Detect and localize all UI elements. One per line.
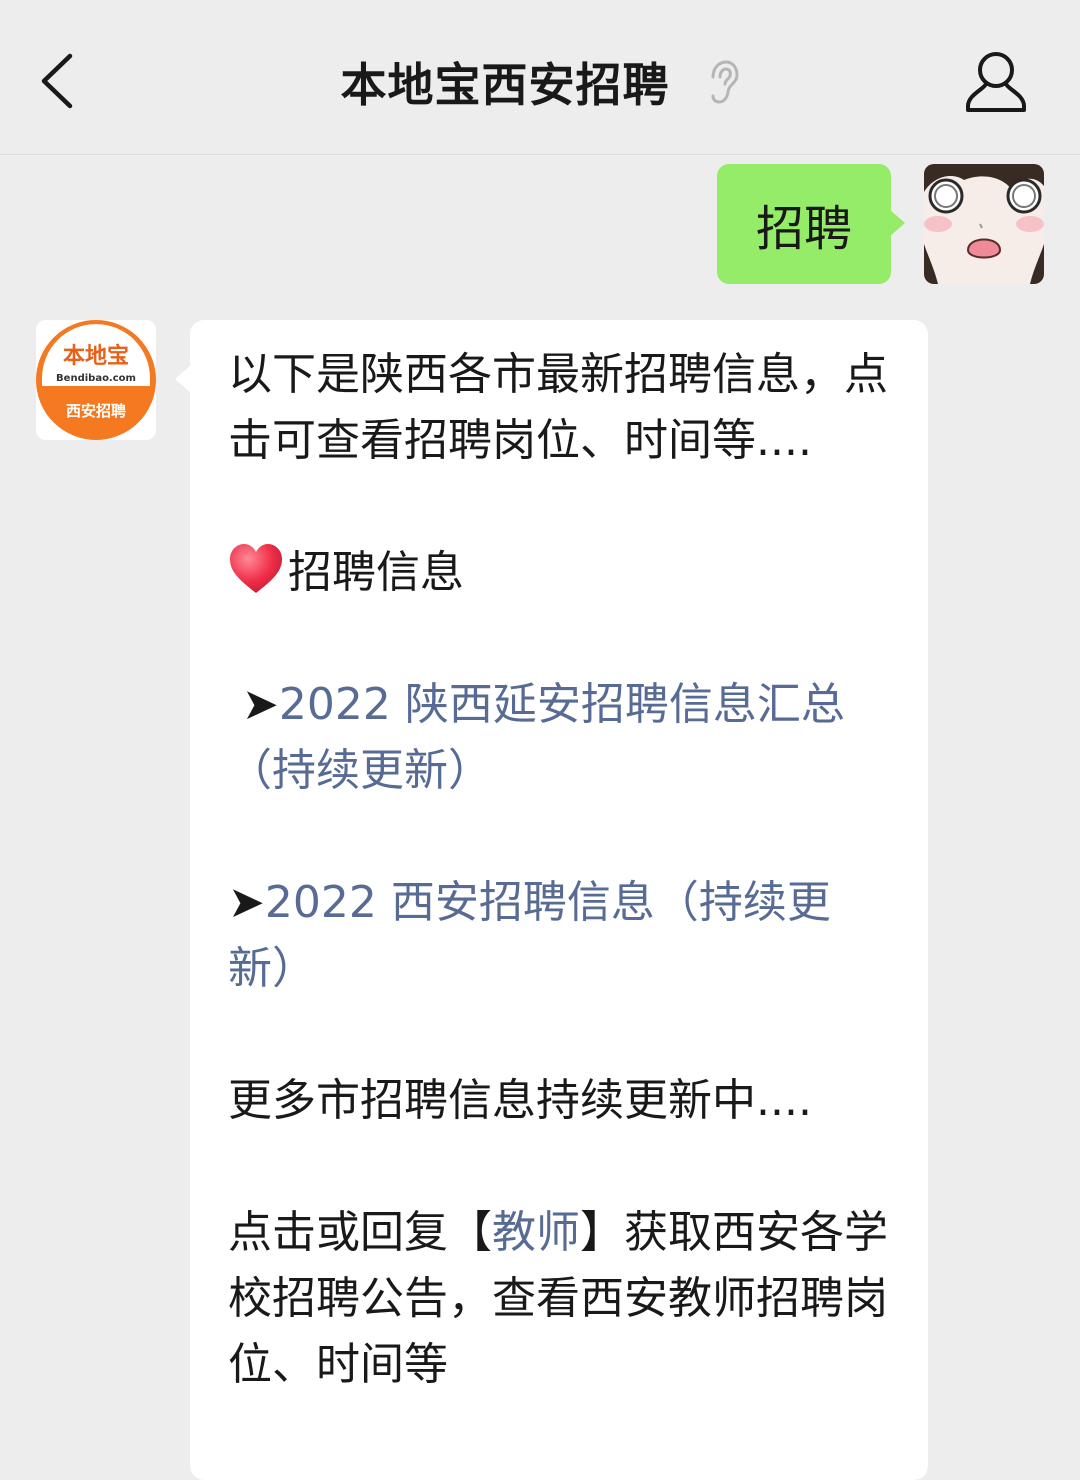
arrow-icon: ➤ [228,877,265,928]
arrow-icon: ➤ [242,679,279,730]
logo-brand-text: 本地宝 [62,343,129,369]
teacher-pre-text: 点击或回复【 [228,1207,492,1258]
heart-icon [230,544,282,593]
chat-header: 本地宝西安招聘 [0,0,1080,155]
logo-subtitle-text: 西安招聘 [65,402,126,420]
link-row-xian: ➤2022 西安招聘信息（持续更新） [228,870,892,1002]
section-title-row: 招聘信息 [228,540,892,606]
link-row-yanan: ➤2022 陕西延安招聘信息汇总（持续更新） [228,672,892,804]
logo-site-text: Bendibao.com [56,373,136,384]
user-message-text: 招聘 [755,201,852,257]
link-teacher[interactable]: 教师 [492,1207,580,1258]
more-text: 更多市招聘信息持续更新中.... [228,1075,812,1126]
user-avatar[interactable] [924,164,1044,284]
teacher-row: 点击或回复【教师】获取西安各学校招聘公告，查看西安教师招聘岗位、时间等 [228,1200,892,1398]
bot-message-bubble: 以下是陕西各市最新招聘信息，点击可查看招聘岗位、时间等.... 招聘信息 ➤20… [175,320,928,1480]
profile-button[interactable] [958,48,1034,118]
chat-title: 本地宝西安招聘 [340,58,670,112]
link-xian-recruitment[interactable]: 2022 西安招聘信息（持续更新） [228,877,831,994]
ear-icon[interactable] [704,59,740,105]
person-icon [966,52,1026,112]
link-yanan-recruitment[interactable]: 2022 陕西延安招聘信息汇总（持续更新） [228,679,845,796]
bot-avatar[interactable]: 本地宝 Bendibao.com 西安招聘 [36,320,156,440]
user-message-bubble[interactable]: 招聘 [717,164,905,284]
cartoon-face-avatar-icon [924,164,1044,284]
intro-text: 以下是陕西各市最新招聘信息，点击可查看招聘岗位、时间等.... [228,349,888,466]
section-title: 招聘信息 [288,547,464,598]
